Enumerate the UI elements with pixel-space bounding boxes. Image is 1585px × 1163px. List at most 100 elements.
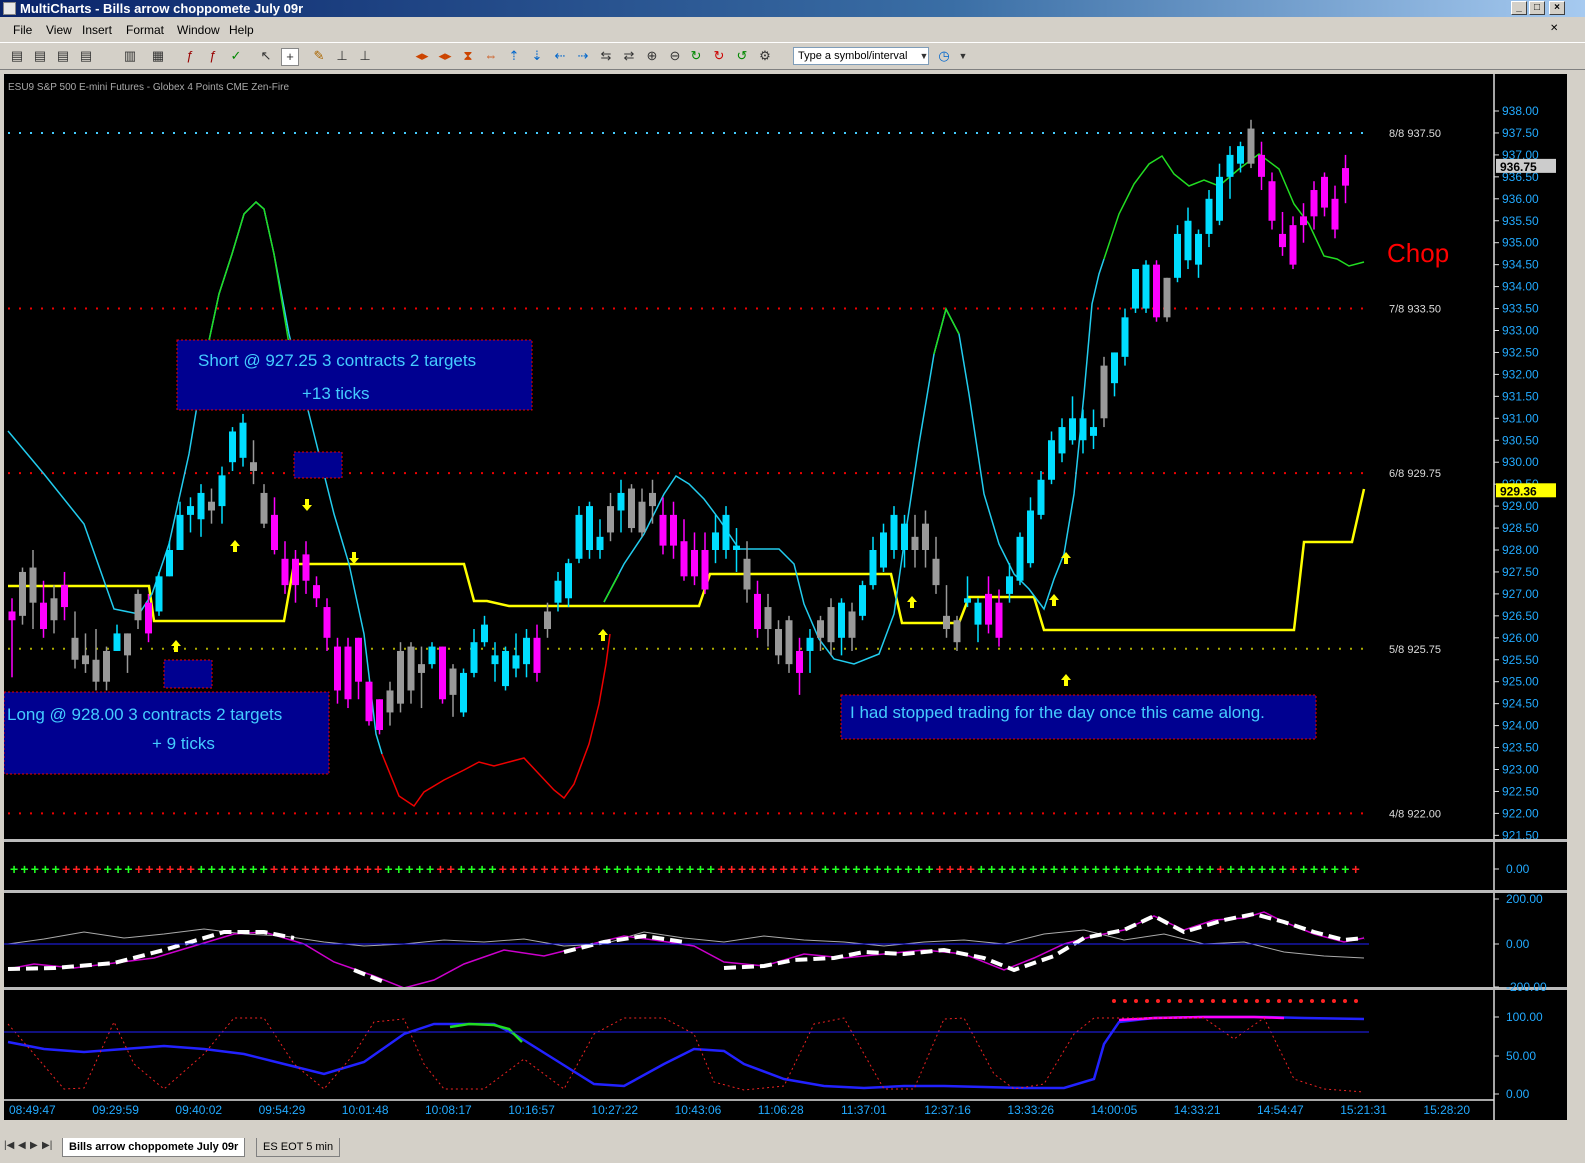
direction-marker: +: [863, 861, 871, 877]
bar-body: [859, 585, 866, 616]
tab-es-eot[interactable]: ES EOT 5 min: [256, 1138, 341, 1157]
overbought-dot: [1233, 999, 1237, 1003]
indicator-panels: 0.00200.000.00-200.00100.0050.000.00+ + + +…: [4, 839, 1567, 1101]
first-tab-icon[interactable]: |◀: [4, 1140, 14, 1151]
refresh-icon[interactable]: ↻: [688, 48, 704, 64]
sync-icon[interactable]: ⇆: [598, 48, 614, 64]
overbought-dot: [1189, 999, 1193, 1003]
time-label: 09:29:59: [92, 1103, 139, 1117]
strategy-icon[interactable]: ƒ: [205, 48, 221, 64]
menu-help[interactable]: Help: [229, 23, 254, 37]
drag-icon[interactable]: ⊥: [334, 48, 350, 64]
price-label: 922.50: [1502, 784, 1539, 798]
overbought-dot: [1123, 999, 1127, 1003]
window-icon[interactable]: ▦: [150, 48, 166, 64]
green-line-3: [933, 306, 960, 355]
recalc-icon[interactable]: ↺: [734, 48, 750, 64]
bar-body: [1268, 181, 1276, 221]
menu-insert[interactable]: Insert: [82, 23, 112, 37]
bar-body: [29, 567, 37, 603]
symbol-dropdown-icon[interactable]: ▼: [916, 48, 932, 64]
bar-body: [1321, 176, 1328, 208]
next-tab-icon[interactable]: ▶: [30, 1140, 38, 1151]
right-icon[interactable]: ⇢: [575, 48, 591, 64]
price-label: 927.50: [1502, 565, 1539, 579]
prev-tab-icon[interactable]: ◀: [18, 1140, 26, 1151]
overbought-dot: [1288, 999, 1292, 1003]
maximize-button[interactable]: □: [1529, 1, 1545, 15]
price-label: 923.50: [1502, 741, 1539, 755]
zoom-in-icon[interactable]: ⊕: [644, 48, 660, 64]
direction-marker: +: [1040, 861, 1048, 877]
price-label: 935.00: [1502, 236, 1539, 250]
price-label: 936.00: [1502, 192, 1539, 206]
tools-icon[interactable]: ⚙: [757, 48, 773, 64]
menu-window[interactable]: Window: [177, 23, 220, 37]
chart-type-icon[interactable]: ▤: [78, 48, 94, 64]
time-label: 10:27:22: [591, 1103, 638, 1117]
mdi-close-icon[interactable]: ✕: [1550, 23, 1558, 34]
bar-body: [922, 523, 929, 550]
pan-icon[interactable]: ⊥: [357, 48, 373, 64]
chart-line-icon[interactable]: ▤: [55, 48, 71, 64]
expand-icon[interactable]: ⇔: [483, 48, 499, 64]
indicator-icon[interactable]: ƒ: [182, 48, 198, 64]
long-annotation-line2: + 9 ticks: [152, 734, 215, 753]
clock-dropdown-icon[interactable]: ▼: [955, 48, 971, 64]
overbought-dot: [1266, 999, 1270, 1003]
chart-canvas[interactable]: ESU9 S&P 500 E-mini Futures - Globex 4 P…: [4, 74, 1567, 1120]
direction-marker: +: [1268, 861, 1276, 877]
pointer-icon[interactable]: ↖: [258, 48, 274, 64]
crosshair-icon[interactable]: +: [281, 48, 299, 66]
menu-file[interactable]: File: [13, 23, 32, 37]
minimize-button[interactable]: _: [1511, 1, 1527, 15]
bar-body: [512, 655, 520, 669]
down-icon[interactable]: ⇣: [529, 48, 545, 64]
direction-marker: +: [530, 861, 538, 877]
indicator-lines: [7, 153, 1366, 1093]
chart-window[interactable]: ESU9 S&P 500 E-mini Futures - Globex 4 P…: [4, 74, 1567, 1120]
last-tab-icon[interactable]: ▶|: [42, 1140, 52, 1151]
panel-separator: [4, 987, 1567, 990]
overbought-dot: [1167, 999, 1171, 1003]
price-label: 930.00: [1502, 455, 1539, 469]
panel-axis-label: 0.00: [1506, 937, 1530, 951]
symbol-input[interactable]: Type a symbol/interval: [793, 47, 929, 65]
direction-marker: +: [769, 861, 777, 877]
zoom-range-icon[interactable]: ⧗: [460, 48, 476, 64]
check-icon[interactable]: ✓: [228, 48, 244, 64]
time-label: 14:54:47: [1257, 1103, 1304, 1117]
scroll-right-icon[interactable]: ◂▸: [437, 48, 453, 64]
status-bar: |◀ ◀ ▶ ▶| Bills arrow choppomete July 09…: [0, 1136, 1585, 1163]
up-icon[interactable]: ⇡: [506, 48, 522, 64]
bar-body: [176, 514, 184, 550]
direction-marker: +: [821, 861, 829, 877]
bar-body: [376, 699, 383, 730]
menu-view[interactable]: View: [46, 23, 72, 37]
direction-marker: +: [457, 861, 465, 877]
reload-icon[interactable]: ↻: [711, 48, 727, 64]
short-annotation-line1: Short @ 927.25 3 contracts 2 targets: [198, 351, 476, 370]
close-button[interactable]: ×: [1549, 1, 1565, 15]
direction-marker: +: [1206, 861, 1214, 877]
comment-icon[interactable]: ✎: [311, 48, 327, 64]
clock-icon[interactable]: ◷: [936, 48, 952, 64]
chart-bar-icon[interactable]: ▤: [9, 48, 25, 64]
scroll-left-icon[interactable]: ◂▸: [414, 48, 430, 64]
format-icon[interactable]: ▥: [122, 48, 138, 64]
direction-marker: +: [738, 861, 746, 877]
menu-format[interactable]: Format: [126, 23, 164, 37]
direction-marker: +: [686, 861, 694, 877]
left-icon[interactable]: ⇠: [552, 48, 568, 64]
bar-body: [638, 501, 646, 533]
toolbar: ▤ ▤ ▤ ▤ ▥ ▦ ƒ ƒ ✓ ↖ + ✎ ⊥ ⊥ ◂▸ ◂▸ ⧗ ⇔ ⇡ …: [0, 42, 1585, 70]
chart-candle-icon[interactable]: ▤: [32, 48, 48, 64]
bar-body: [449, 668, 457, 695]
direction-marker: +: [1123, 861, 1131, 877]
fit-icon[interactable]: ⇄: [621, 48, 637, 64]
bar-body: [680, 541, 688, 577]
tab-bills-arrow[interactable]: Bills arrow choppomete July 09r: [62, 1138, 246, 1157]
direction-marker: +: [1071, 861, 1079, 877]
zoom-out-icon[interactable]: ⊖: [667, 48, 683, 64]
direction-marker: +: [884, 861, 892, 877]
